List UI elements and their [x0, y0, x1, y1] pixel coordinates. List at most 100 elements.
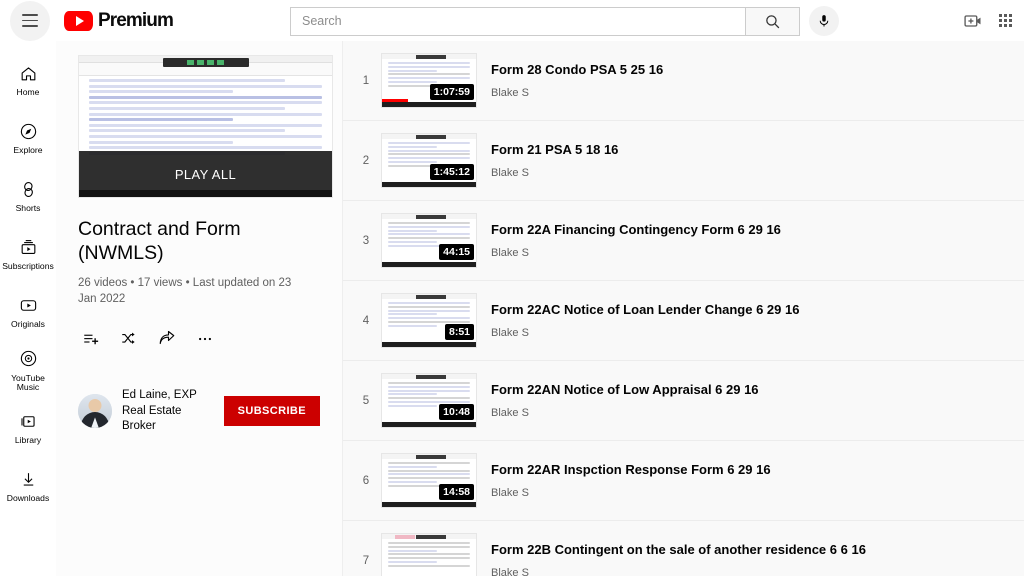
- video-thumbnail[interactable]: 10:48: [381, 373, 477, 428]
- sidebar-item-youtube-music[interactable]: YouTube Music: [0, 341, 56, 399]
- left-sidebar: Home Explore Shorts Subscriptions Origin…: [0, 41, 56, 576]
- table-row[interactable]: 6 14:58 Form 22AR Inspction Response For…: [343, 441, 1024, 521]
- playlist-thumbnail[interactable]: PLAY ALL: [78, 55, 333, 198]
- video-index: 1: [362, 74, 370, 87]
- play-all-label: PLAY ALL: [174, 166, 237, 182]
- video-info: Form 28 Condo PSA 5 25 16 Blake S: [491, 62, 1024, 100]
- save-playlist-icon[interactable]: [82, 330, 100, 348]
- table-row[interactable]: 5 10:48 Form 22AN Notice of Low Appraisa…: [343, 361, 1024, 441]
- video-title[interactable]: Form 22AC Notice of Loan Lender Change 6…: [491, 302, 1024, 319]
- video-info: Form 22B Contingent on the sale of anoth…: [491, 542, 1024, 576]
- sidebar-label: Downloads: [6, 493, 50, 504]
- table-row[interactable]: 2 1:45:12 Form 21 PSA 5 18 16 Blake S: [343, 121, 1024, 201]
- video-title[interactable]: Form 22AR Inspction Response Form 6 29 1…: [491, 462, 1024, 479]
- video-index: 7: [362, 554, 370, 567]
- sidebar-item-originals[interactable]: Originals: [0, 283, 56, 341]
- play-all-button[interactable]: PLAY ALL: [79, 151, 332, 197]
- table-row[interactable]: 4 8:51 Form 22AC Notice of Loan Lender C…: [343, 281, 1024, 361]
- subscribe-button[interactable]: SUBSCRIBE: [223, 396, 320, 427]
- playlist-video-list[interactable]: 1 1:07:59 Form 28 Condo PSA 5 25 16 Blak…: [343, 41, 1024, 576]
- youtube-premium-logo[interactable]: Premium: [64, 9, 174, 32]
- top-header: Premium: [0, 0, 1024, 41]
- video-thumbnail[interactable]: [381, 533, 477, 576]
- home-icon: [19, 62, 38, 84]
- sidebar-label: Library: [14, 435, 42, 446]
- watch-progress-bar: [382, 99, 409, 102]
- table-row[interactable]: 3 44:15 Form 22A Financing Contingency F…: [343, 201, 1024, 281]
- playlist-info-panel: PLAY ALL Contract and Form (NWMLS) 26 vi…: [56, 41, 343, 576]
- channel-row: Ed Laine, EXP Real Estate Broker SUBSCRI…: [78, 388, 320, 435]
- video-channel[interactable]: Blake S: [491, 407, 1024, 419]
- video-info: Form 22AR Inspction Response Form 6 29 1…: [491, 462, 1024, 500]
- table-row[interactable]: 7 Form 22B Contingent on the sale of ano…: [343, 521, 1024, 576]
- video-title[interactable]: Form 22B Contingent on the sale of anoth…: [491, 542, 1024, 559]
- video-duration: 10:48: [439, 404, 474, 420]
- originals-icon: [19, 294, 38, 316]
- create-video-button[interactable]: [963, 11, 983, 31]
- video-info: Form 22AN Notice of Low Appraisal 6 29 1…: [491, 382, 1024, 420]
- playlist-meta: 26 videos • 17 views • Last updated on 2…: [78, 276, 292, 306]
- sidebar-item-subscriptions[interactable]: Subscriptions: [0, 225, 56, 283]
- playlist-actions: [78, 330, 320, 348]
- more-options-icon[interactable]: [196, 330, 214, 348]
- voice-search-button[interactable]: [809, 6, 839, 36]
- video-title[interactable]: Form 21 PSA 5 18 16: [491, 142, 1024, 159]
- video-info: Form 22AC Notice of Loan Lender Change 6…: [491, 302, 1024, 340]
- video-index: 5: [362, 394, 370, 407]
- download-icon: [19, 468, 38, 490]
- video-duration: 1:07:59: [429, 84, 474, 100]
- search-button[interactable]: [745, 6, 800, 36]
- video-thumbnail[interactable]: 44:15: [381, 213, 477, 268]
- video-title[interactable]: Form 22AN Notice of Low Appraisal 6 29 1…: [491, 382, 1024, 399]
- apps-grid-button[interactable]: [998, 13, 1012, 28]
- share-icon[interactable]: [158, 330, 176, 348]
- shorts-icon: [19, 178, 38, 200]
- sidebar-item-shorts[interactable]: Shorts: [0, 167, 56, 225]
- video-title[interactable]: Form 28 Condo PSA 5 25 16: [491, 62, 1024, 79]
- video-index: 4: [362, 314, 370, 327]
- channel-avatar[interactable]: [78, 394, 112, 429]
- hamburger-menu-icon[interactable]: [10, 0, 50, 41]
- video-channel[interactable]: Blake S: [491, 487, 1024, 499]
- video-duration: 8:51: [444, 324, 474, 340]
- sidebar-label: Originals: [11, 319, 45, 330]
- video-channel[interactable]: Blake S: [491, 247, 1024, 259]
- search-area: [290, 6, 839, 36]
- video-channel[interactable]: Blake S: [491, 87, 1024, 99]
- table-row[interactable]: 1 1:07:59 Form 28 Condo PSA 5 25 16 Blak…: [343, 41, 1024, 121]
- microphone-icon: [819, 15, 829, 27]
- video-index: 6: [362, 474, 370, 487]
- video-controls-overlay-icon: [162, 58, 249, 67]
- sidebar-label: Home: [16, 87, 40, 98]
- video-channel[interactable]: Blake S: [491, 327, 1024, 339]
- logo-text: Premium: [98, 9, 174, 31]
- sidebar-item-explore[interactable]: Explore: [0, 109, 56, 167]
- youtube-music-icon: [19, 348, 38, 370]
- sidebar-item-downloads[interactable]: Downloads: [0, 457, 56, 515]
- video-thumbnail[interactable]: 8:51: [381, 293, 477, 348]
- sidebar-item-library[interactable]: Library: [0, 399, 56, 457]
- video-thumbnail[interactable]: 14:58: [381, 453, 477, 508]
- video-info: Form 22A Financing Contingency Form 6 29…: [491, 222, 1024, 260]
- video-channel[interactable]: Blake S: [491, 167, 1024, 179]
- video-title[interactable]: Form 22A Financing Contingency Form 6 29…: [491, 222, 1024, 239]
- apps-grid-icon: [998, 13, 1012, 28]
- video-duration: 44:15: [439, 244, 474, 260]
- channel-name[interactable]: Ed Laine, EXP Real Estate Broker: [122, 388, 214, 435]
- sidebar-label: Shorts: [15, 203, 41, 214]
- playlist-title: Contract and Form (NWMLS): [78, 218, 241, 265]
- sidebar-label: Explore: [13, 145, 43, 156]
- search-icon: [766, 14, 780, 28]
- video-thumbnail[interactable]: 1:45:12: [381, 133, 477, 188]
- video-duration: 14:58: [439, 484, 474, 500]
- video-info: Form 21 PSA 5 18 16 Blake S: [491, 142, 1024, 180]
- video-index: 3: [362, 234, 370, 247]
- search-input[interactable]: [302, 14, 745, 28]
- search-box[interactable]: [290, 6, 745, 36]
- create-video-icon: [964, 14, 981, 27]
- sidebar-item-home[interactable]: Home: [0, 51, 56, 109]
- video-duration: 1:45:12: [429, 164, 474, 180]
- video-channel[interactable]: Blake S: [491, 567, 1024, 576]
- video-thumbnail[interactable]: 1:07:59: [381, 53, 477, 108]
- shuffle-icon[interactable]: [120, 330, 138, 348]
